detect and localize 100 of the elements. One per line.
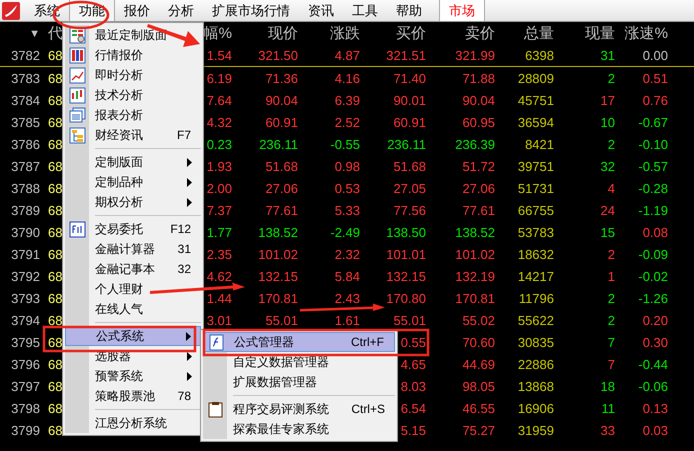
table-cell: 132.15 [386,268,426,284]
table-cell: 55.01 [393,312,426,328]
table-cell: 0.23 [206,136,232,152]
table-cell: 0.98 [334,158,360,174]
column-header[interactable]: 涨速% [624,24,668,43]
table-cell: 138.52 [258,224,298,240]
table-cell: 14217 [518,268,554,284]
table-cell: -1.19 [638,202,668,218]
table-cell-text: 68 [47,180,62,196]
table-cell-text: 3795 [11,334,41,350]
table-cell: 51.68 [393,158,426,174]
table-cell: 13868 [518,378,554,394]
menu-item[interactable]: 金融记事本 32 [65,259,201,279]
table-cell: 7 [608,334,615,350]
menu-item[interactable]: 帮助 [387,0,431,21]
table-cell: 2.43 [334,290,360,306]
table-cell: 46.55 [462,400,495,416]
table-cell: 5.33 [334,202,360,218]
menu-item[interactable]: 工具 [343,0,387,21]
menu-item[interactable]: 定制版面 [65,152,201,172]
menu-item[interactable]: 个人理财 [65,279,201,299]
table-cell: -2.49 [330,224,360,240]
menu-item[interactable]: 交易委托 F12 [65,219,201,239]
menu-item[interactable]: 分析 [159,0,203,21]
table-cell-text: 3786 [11,136,41,152]
table-cell-text: 3793 [11,290,41,306]
column-header[interactable]: ▼ [29,28,42,40]
table-cell: 16906 [518,400,554,416]
table-cell: 33 [600,422,615,438]
table-cell: 45751 [518,92,554,108]
column-header[interactable]: 幅% [204,24,232,43]
table-cell: -0.44 [638,356,668,372]
table-cell: 0.13 [642,400,668,416]
table-cell-text: 68 [47,92,62,108]
column-header[interactable]: 代 [42,24,63,43]
column-header[interactable]: 买价 [396,24,426,43]
menu-item[interactable]: 定制品种 [65,172,201,192]
table-cell: 7 [608,356,615,372]
menu-item[interactable]: 江恩分析系统 [65,413,201,433]
table-cell: 6398 [525,48,554,63]
menu-item[interactable]: 报价 [115,0,159,21]
column-header[interactable]: 涨跌 [330,24,360,43]
table-cell: 28809 [518,70,554,86]
table-cell-text: 3794 [11,312,41,328]
menu-item[interactable]: 程序交易评测系统 Ctrl+S [203,399,395,419]
table-cell: -0.57 [638,158,668,174]
table-cell: 27.06 [265,180,298,196]
table-cell: 30835 [518,334,554,350]
table-cell: 2.00 [206,180,232,196]
table-cell: 236.11 [387,136,426,152]
menu-item[interactable]: 财经资讯 F7 [65,125,201,145]
table-cell-text: 68 [47,400,62,416]
table-cell: 170.81 [258,290,298,306]
table-cell: 11796 [518,290,554,306]
menu-item[interactable]: 扩展市场行情 [203,0,299,21]
menu-item[interactable]: 技术分析 [65,85,201,105]
logo-icon [1,0,21,20]
table-cell-text: 68 [47,422,62,438]
table-cell: 53783 [518,224,554,240]
table-cell: 101.02 [258,246,298,262]
menu-item[interactable]: 公式管理器 Ctrl+F [203,332,395,352]
menu-item[interactable]: 即时分析 [65,65,201,85]
menu-item[interactable]: 行情报价 [65,45,201,65]
table-cell: 132.15 [258,268,298,284]
table-cell: -1.26 [638,290,668,306]
column-header[interactable]: 总量 [524,24,554,43]
table-cell-text: 68 [47,268,62,284]
table-cell: 77.61 [462,202,495,218]
menu-item[interactable]: 在线人气 [65,299,201,319]
column-header[interactable]: 现量 [585,24,615,43]
table-cell: 0.76 [642,92,668,108]
menu-item[interactable]: 期权分析 [65,192,201,212]
table-cell: 4.65 [400,356,426,372]
table-cell: 31959 [518,422,554,438]
table-cell-text: 3796 [11,356,41,372]
table-cell: 1 [608,268,615,284]
table-cell: 2.32 [334,246,360,262]
table-cell: 101.01 [386,246,426,262]
menu-item[interactable]: 策略股票池 78 [65,386,201,406]
table-cell: -0.10 [638,136,668,152]
column-header[interactable]: 卖价 [465,24,495,43]
menu-item[interactable]: 探索最佳专家系统 [203,419,395,439]
table-cell-text: 68 [47,114,62,130]
table-cell: 51.72 [462,158,495,174]
menu-item[interactable]: 自定义数据管理器 [203,352,395,372]
table-cell: 7.37 [206,202,232,218]
menu-item[interactable]: 预警系统 [65,366,201,386]
menu-item[interactable]: 金融计算器 31 [65,239,201,259]
market-tab[interactable]: 市场 [439,0,485,21]
column-header[interactable]: 现价 [268,24,298,43]
table-cell-text: 68 [47,290,62,306]
table-cell: 236.11 [259,136,298,152]
table-cell: 51731 [518,180,554,196]
table-cell-text: 3799 [11,422,41,438]
menu-item[interactable]: 资讯 [299,0,343,21]
table-cell: 4 [608,180,615,196]
table-cell: -0.67 [638,114,668,130]
menu-item[interactable]: 报表分析 [65,105,201,125]
table-cell: 27.06 [462,180,495,196]
menu-item[interactable]: 扩展数据管理器 [203,372,395,392]
